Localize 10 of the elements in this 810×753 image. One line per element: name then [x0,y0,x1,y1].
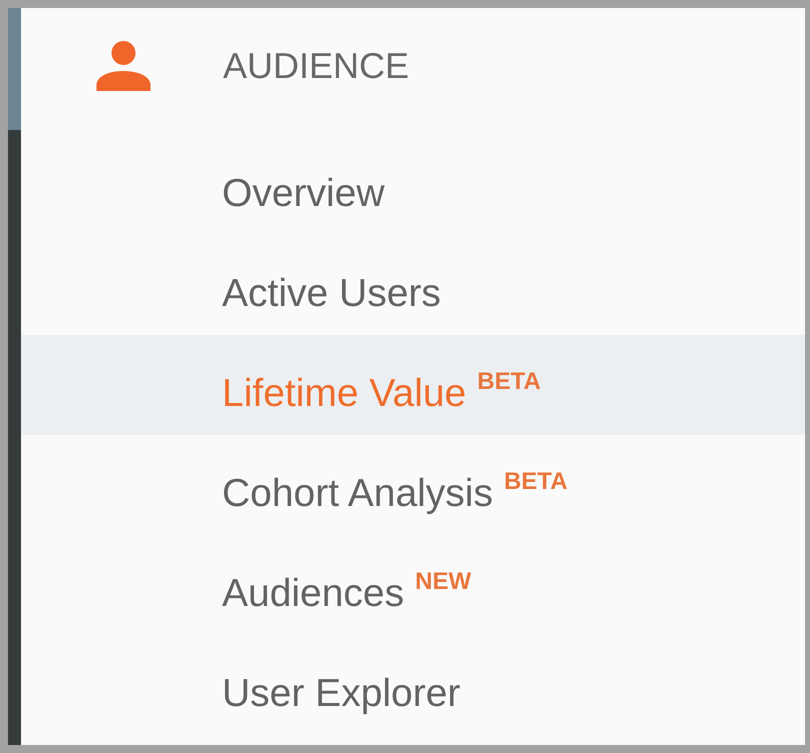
nav-item[interactable]: Cohort Analysis BETA [21,435,805,535]
release-label: BETA [477,370,541,394]
release-label: BETA [504,470,568,494]
release-label: NEW [415,570,472,594]
nav-item[interactable]: Audiences NEW [21,535,805,635]
nav-item[interactable]: User Explorer [21,635,805,735]
nav-item[interactable]: Overview [21,135,805,235]
section-header[interactable]: AUDIENCE [21,8,805,135]
person-icon [96,40,151,90]
nav-item[interactable]: Active Users [21,235,805,335]
